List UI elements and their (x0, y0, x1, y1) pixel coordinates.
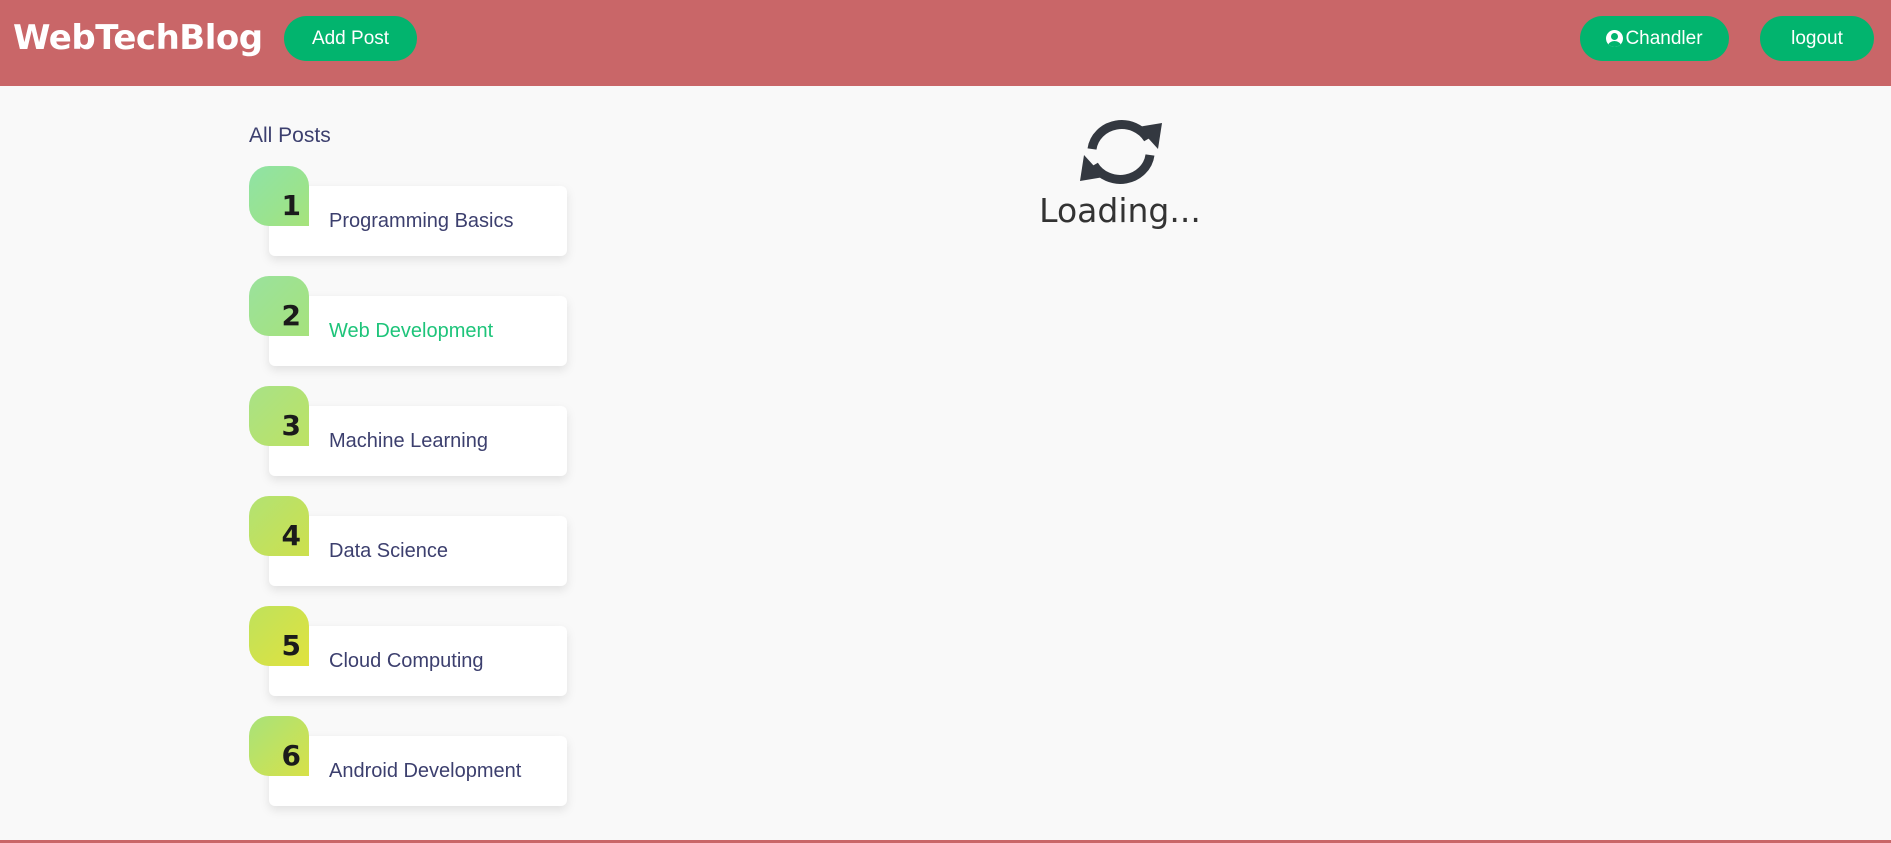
loading-indicator: Loading... (1020, 115, 1220, 235)
navbar: WebTechBlog Add Post Chandler logout (0, 0, 1891, 86)
post-title[interactable]: Programming Basics (329, 210, 514, 233)
post-number-badge: 2 (249, 276, 309, 336)
add-post-button[interactable]: Add Post (284, 16, 417, 61)
post-number-badge: 4 (249, 496, 309, 556)
loading-text: Loading... (1039, 191, 1201, 230)
post-title[interactable]: Machine Learning (329, 430, 488, 453)
post-list-item[interactable]: 5 Cloud Computing (249, 606, 569, 702)
post-number-badge: 3 (249, 386, 309, 446)
post-list-item[interactable]: 2 Web Development (249, 276, 569, 372)
user-circle-icon (1606, 30, 1624, 47)
post-list-item[interactable]: 3 Machine Learning (249, 386, 569, 482)
post-title-active[interactable]: Web Development (329, 320, 493, 343)
logout-button[interactable]: logout (1760, 16, 1874, 61)
post-title[interactable]: Android Development (329, 760, 521, 783)
post-number-badge: 6 (249, 716, 309, 776)
post-number-badge: 1 (249, 166, 309, 226)
post-title[interactable]: Data Science (329, 540, 448, 563)
post-list-item[interactable]: 6 Android Development (249, 716, 569, 812)
post-list-item[interactable]: 4 Data Science (249, 496, 569, 592)
brand-logo[interactable]: WebTechBlog (13, 18, 263, 58)
reload-icon (1080, 120, 1162, 184)
user-name-label: Chandler (1625, 27, 1703, 49)
post-number-badge: 5 (249, 606, 309, 666)
post-title[interactable]: Cloud Computing (329, 650, 484, 673)
user-profile-button[interactable]: Chandler (1580, 16, 1729, 61)
post-list-item[interactable]: 1 Programming Basics (249, 166, 569, 262)
all-posts-heading: All Posts (249, 124, 331, 147)
